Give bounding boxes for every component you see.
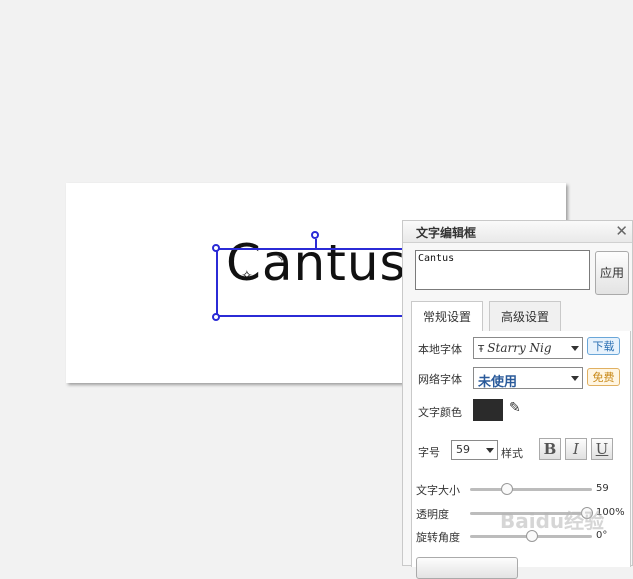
tab-general-settings[interactable]: 常规设置 xyxy=(411,301,483,332)
text-size-slider-value: 59 xyxy=(596,483,609,494)
chevron-down-icon xyxy=(486,448,494,453)
rotation-stem xyxy=(315,239,317,248)
text-size-slider-label: 文字大小 xyxy=(416,484,460,497)
text-color-label: 文字颜色 xyxy=(418,406,462,419)
panel-header: 文字编辑框 ✕ xyxy=(403,221,632,243)
chevron-down-icon xyxy=(571,376,579,381)
italic-button[interactable]: I xyxy=(565,438,587,460)
free-badge[interactable]: 免费 xyxy=(587,368,620,386)
close-icon[interactable]: ✕ xyxy=(615,222,628,240)
text-input[interactable]: Cantus xyxy=(415,250,590,290)
rotate-handle[interactable] xyxy=(311,231,319,239)
local-font-label: 本地字体 xyxy=(418,343,462,356)
download-badge[interactable]: 下载 xyxy=(587,337,620,355)
font-size-value: 59 xyxy=(456,443,470,456)
font-type-icon: Ŧ xyxy=(478,344,488,355)
bottom-action-button[interactable] xyxy=(416,557,518,579)
web-font-label: 网络字体 xyxy=(418,373,462,386)
opacity-slider-label: 透明度 xyxy=(416,508,449,521)
style-label: 样式 xyxy=(501,447,523,460)
text-color-swatch[interactable] xyxy=(473,399,503,421)
underline-button[interactable]: U xyxy=(591,438,613,460)
resize-handle-bottom-left[interactable] xyxy=(212,313,220,321)
selection-box[interactable] xyxy=(216,248,416,317)
resize-handle-top-left[interactable] xyxy=(212,244,220,252)
web-font-value: 未使用 xyxy=(478,375,518,390)
chevron-down-icon xyxy=(571,346,579,351)
local-font-select[interactable]: Ŧ Starry Nig xyxy=(473,337,583,359)
settings-tabs: 常规设置 高级设置 xyxy=(411,301,629,332)
text-size-slider-thumb[interactable] xyxy=(501,483,513,495)
local-font-value: Ŧ Starry Nig xyxy=(478,341,552,355)
tab-advanced-settings[interactable]: 高级设置 xyxy=(489,301,561,331)
apply-button[interactable]: 应用 xyxy=(595,251,629,295)
font-size-label: 字号 xyxy=(418,446,440,459)
eyedropper-icon[interactable]: ✎ xyxy=(509,400,521,416)
panel-title: 文字编辑框 xyxy=(416,226,477,240)
rotation-slider-label: 旋转角度 xyxy=(416,531,460,544)
bold-button[interactable]: B xyxy=(539,438,561,460)
text-size-slider-track[interactable] xyxy=(470,488,592,491)
font-size-select[interactable]: 59 xyxy=(451,440,498,460)
web-font-select[interactable]: 未使用 xyxy=(473,367,583,390)
watermark: Baidu经验 xyxy=(500,509,605,533)
